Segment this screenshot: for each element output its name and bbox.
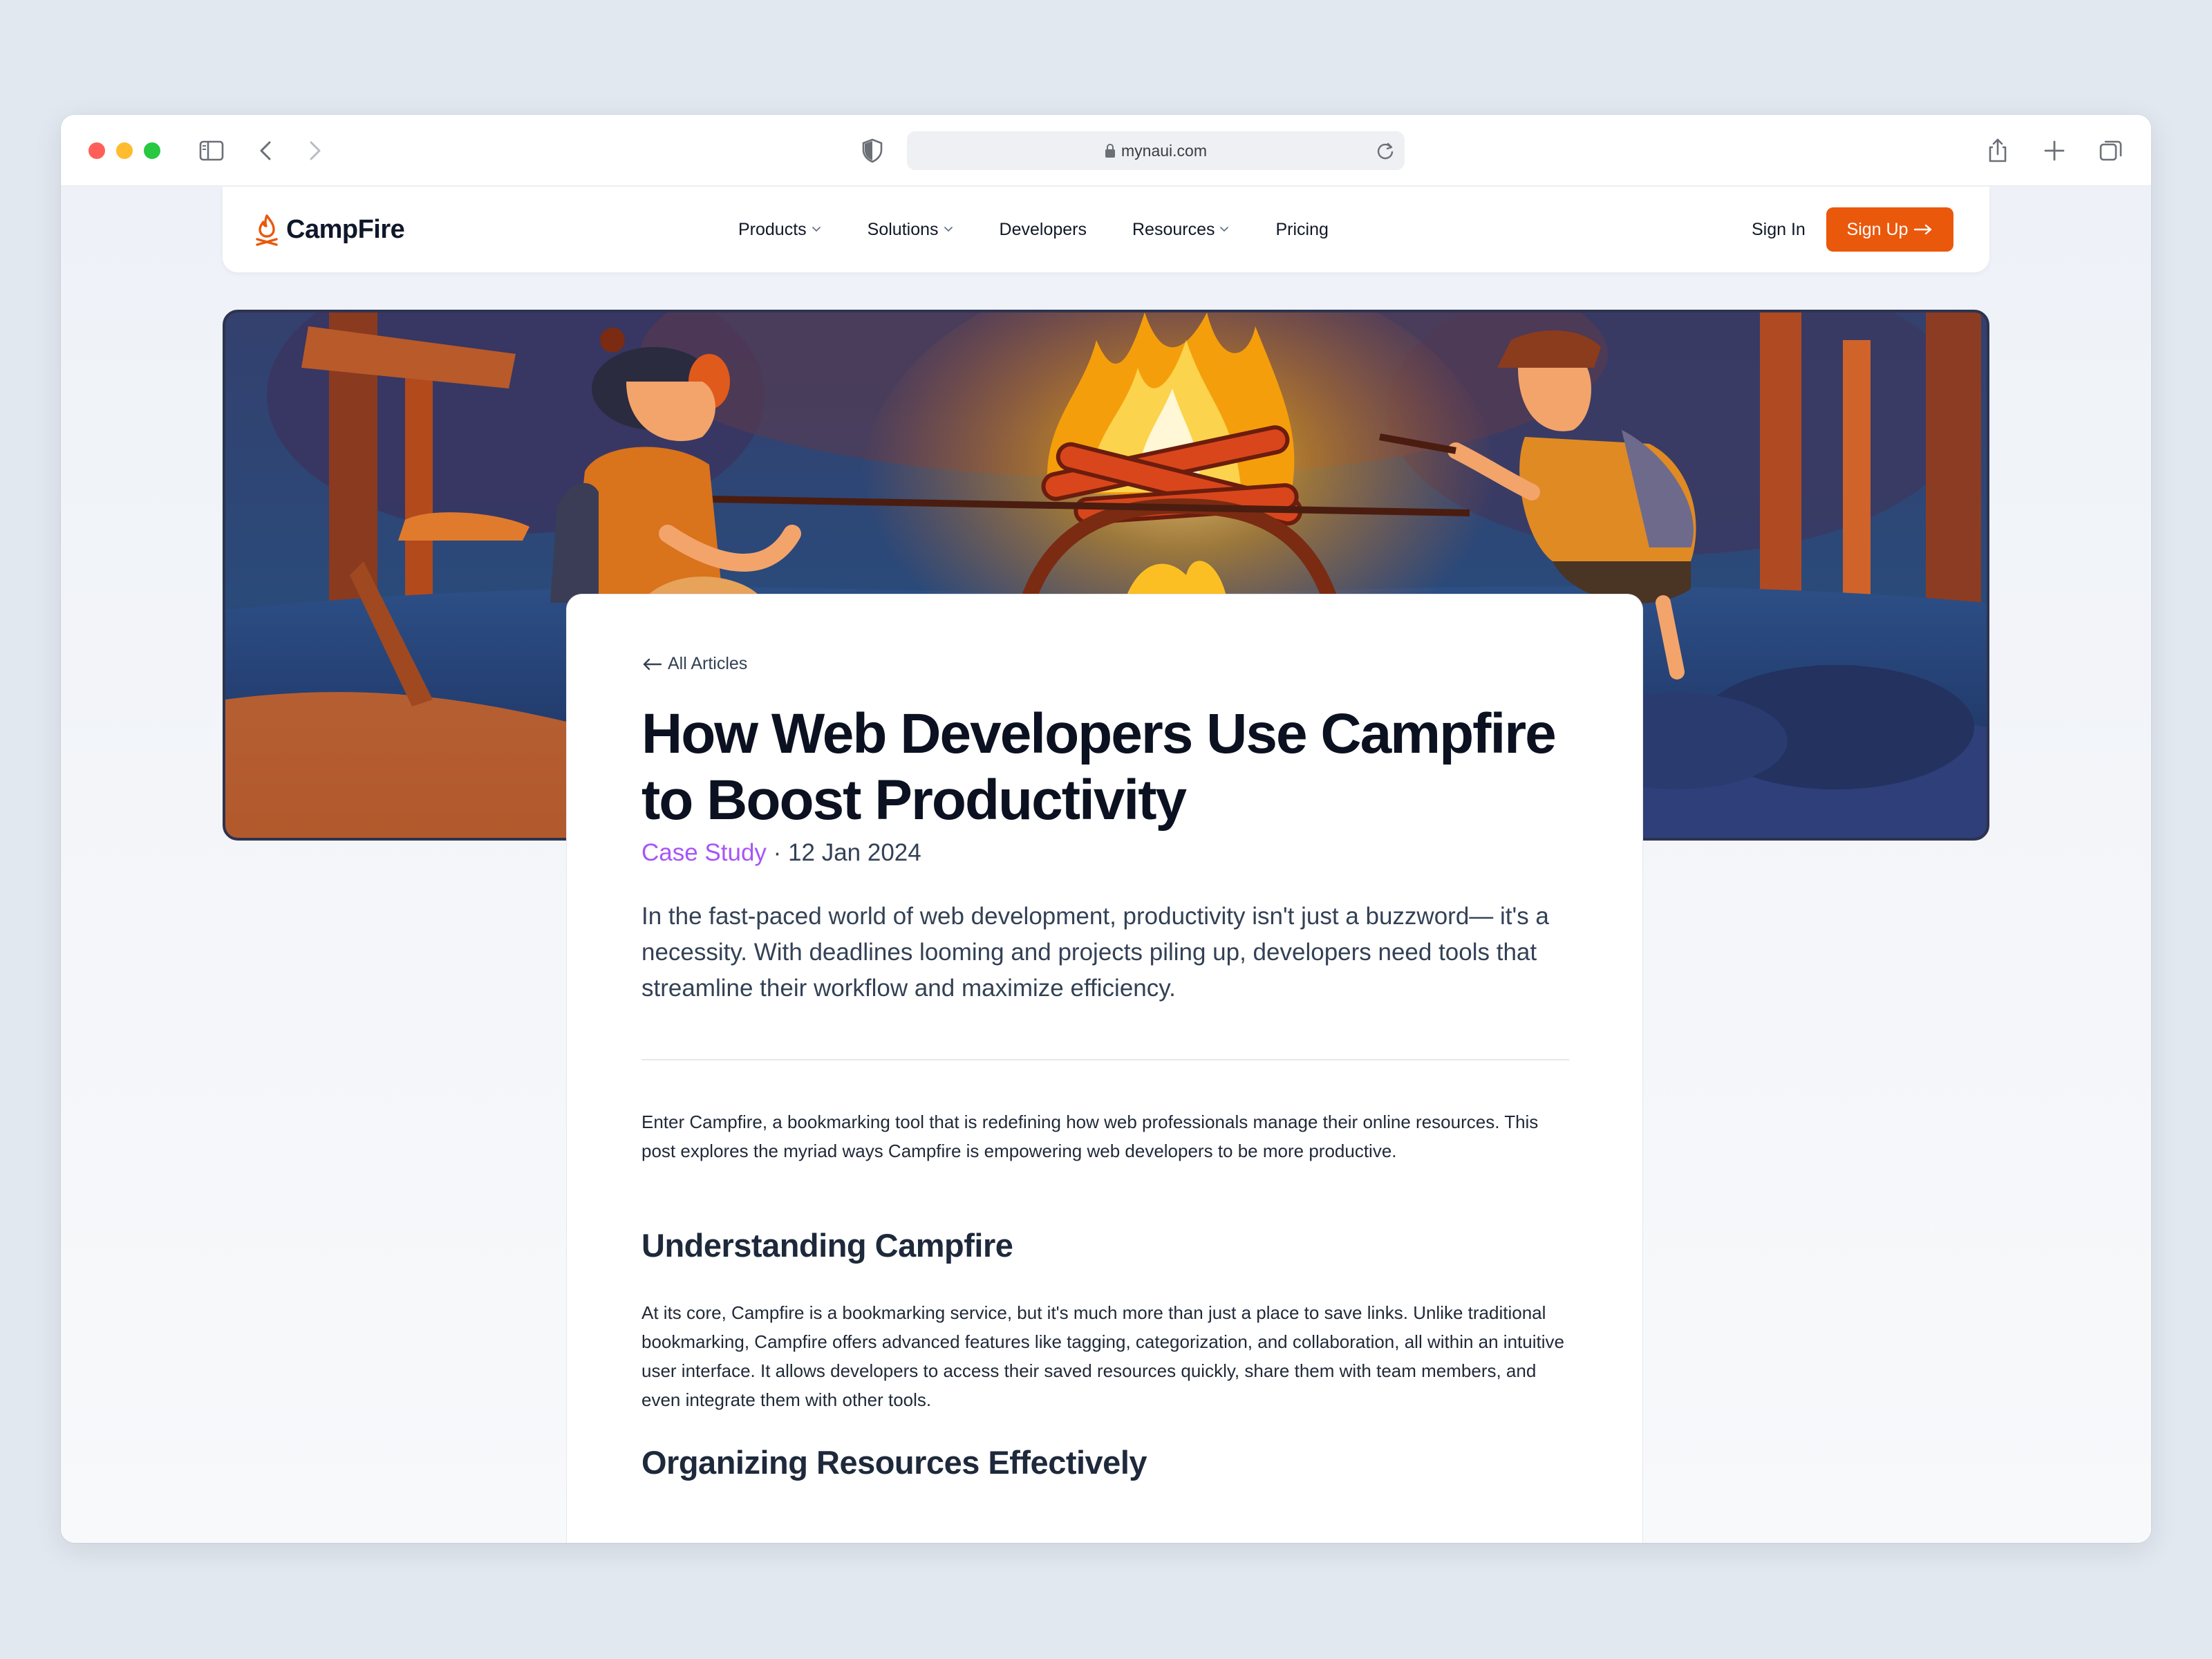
article-title: How Web Developers Use Campfire to Boost… (641, 702, 1557, 832)
site-navbar: CampFire Products Solutions Developers R… (223, 187, 1989, 272)
reload-icon[interactable] (1373, 138, 1398, 163)
brand-name: CampFire (286, 214, 405, 244)
all-articles-link[interactable]: All Articles (641, 654, 747, 674)
sign-in-link[interactable]: Sign In (1752, 217, 1806, 242)
nav-resources-label: Resources (1132, 219, 1215, 239)
sign-up-label: Sign Up (1846, 219, 1909, 239)
section-heading: Understanding Campfire (641, 1227, 1013, 1264)
meta-separator: · (773, 839, 782, 866)
chevron-down-icon (1220, 227, 1229, 232)
close-window-button[interactable] (88, 142, 105, 159)
new-tab-icon[interactable] (2039, 135, 2070, 166)
browser-window: mynaui.com CampFire Products Solutions D… (61, 115, 2151, 1543)
brand-logo[interactable]: CampFire (253, 213, 405, 246)
nav-products[interactable]: Products (738, 220, 822, 240)
section-body: At its core, Campfire is a bookmarking s… (641, 1302, 1564, 1410)
content-divider (641, 1059, 1569, 1060)
sign-up-button[interactable]: Sign Up (1826, 207, 1953, 252)
share-icon[interactable] (1983, 135, 2013, 166)
forward-arrow-icon[interactable] (299, 135, 329, 166)
zoom-window-button[interactable] (144, 142, 160, 159)
chevron-down-icon (944, 227, 953, 232)
article-card: All Articles How Web Developers Use Camp… (567, 594, 1642, 1543)
article-date: 12 Jan 2024 (788, 839, 921, 866)
article-intro: Enter Campfire, a bookmarking tool that … (641, 1112, 1539, 1161)
arrow-right-icon (1914, 224, 1932, 235)
tab-overview-icon[interactable] (2096, 135, 2126, 166)
back-arrow-icon[interactable] (252, 135, 282, 166)
section-heading: Organizing Resources Effectively (641, 1444, 1147, 1481)
browser-toolbar: mynaui.com (61, 115, 2151, 187)
nav-products-label: Products (738, 219, 807, 239)
all-articles-label: All Articles (668, 654, 748, 673)
article-lede: In the fast-paced world of web developme… (641, 903, 1549, 1002)
nav-solutions[interactable]: Solutions (868, 220, 954, 240)
nav-pricing-label: Pricing (1275, 219, 1329, 239)
privacy-shield-icon[interactable] (857, 135, 888, 166)
address-text: mynaui.com (907, 131, 1405, 170)
article-meta: Case Study · 12 Jan 2024 (641, 839, 921, 867)
main-menu: Products Solutions Developers Resources … (738, 187, 1329, 272)
url-label: mynaui.com (1121, 142, 1207, 160)
page-viewport: CampFire Products Solutions Developers R… (61, 187, 2151, 1543)
minimize-window-button[interactable] (116, 142, 133, 159)
nav-developers-label: Developers (999, 219, 1087, 239)
address-bar[interactable]: mynaui.com (907, 131, 1405, 170)
chevron-down-icon (812, 227, 821, 232)
lock-icon (1105, 143, 1115, 158)
campfire-logo-icon (256, 214, 278, 246)
nav-solutions-label: Solutions (867, 219, 939, 239)
nav-pricing[interactable]: Pricing (1275, 220, 1328, 240)
nav-developers[interactable]: Developers (1000, 220, 1087, 240)
nav-resources[interactable]: Resources (1132, 220, 1230, 240)
sidebar-toggle-icon[interactable] (196, 135, 227, 166)
arrow-left-icon (643, 658, 662, 670)
article-category-link[interactable]: Case Study (641, 839, 767, 866)
